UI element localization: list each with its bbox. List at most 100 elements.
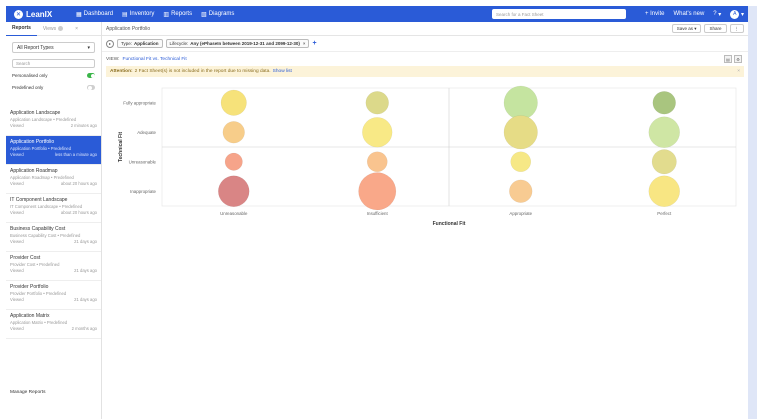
- chart-bubble: [358, 172, 397, 211]
- report-title: Provider Portfolio: [10, 284, 49, 290]
- scrollbar-track[interactable]: [748, 6, 757, 419]
- report-status: Viewed: [10, 239, 24, 244]
- toggle-label: Personalised only: [12, 73, 48, 78]
- report-time: 21 days ago: [74, 268, 97, 273]
- save-as-button[interactable]: Save as ▾: [671, 24, 702, 33]
- chart-bubble: [220, 89, 247, 116]
- report-title: Provider Cost: [10, 255, 41, 261]
- x-axis-title: Functional Fit: [433, 221, 466, 227]
- page-title: Application Portfolio: [106, 25, 151, 32]
- invite-button[interactable]: + Invite: [645, 11, 665, 17]
- nav-label: Inventory: [129, 11, 155, 17]
- tab-views[interactable]: Views: [37, 22, 69, 36]
- chart-bubble: [218, 175, 250, 207]
- report-subtitle: Provider Portfolio • Predefined: [10, 291, 67, 296]
- report-search-input[interactable]: Search: [12, 59, 95, 68]
- report-status: Viewed: [10, 268, 24, 273]
- x-tick-label: Unreasonable: [220, 211, 248, 216]
- chevron-down-icon: ▾: [87, 44, 90, 51]
- tab-reports[interactable]: Reports: [6, 22, 37, 36]
- report-subtitle: Provider Cost • Predefined: [10, 262, 60, 267]
- chart-bubble: [648, 175, 680, 207]
- report-title: Application Matrix: [10, 313, 50, 319]
- report-title: IT Component Landscape: [10, 197, 68, 203]
- help-button[interactable]: ? ▾: [713, 11, 721, 18]
- save-as-label: Save as: [676, 26, 693, 31]
- close-alert-icon[interactable]: ×: [737, 69, 740, 74]
- filter-lifecycle-value: Any (ePhaseIn between 2019-12-31 and 209…: [190, 41, 300, 46]
- chart-bubble: [503, 85, 538, 120]
- filter-chip-lifecycle[interactable]: Lifecycle: Any (ePhaseIn between 2019-12-…: [165, 39, 310, 48]
- nav-inventory[interactable]: ▤ Inventory: [122, 11, 154, 18]
- nav-reports[interactable]: ▥ Reports: [163, 11, 192, 18]
- report-list-item[interactable]: Application Matrix Application Matrix • P…: [6, 310, 101, 339]
- report-time: 21 days ago: [74, 297, 97, 302]
- report-time: 2 minutes ago: [70, 123, 97, 128]
- settings-icon[interactable]: ⚙: [734, 55, 742, 63]
- chevron-down-icon: ▾: [694, 25, 697, 31]
- close-sidebar-button[interactable]: ×: [69, 22, 84, 36]
- share-button[interactable]: Share: [704, 24, 727, 33]
- report-list-item[interactable]: Business Capability Cost Business Capabil…: [6, 223, 101, 252]
- filter-chip-type[interactable]: Type: Application: [117, 39, 163, 48]
- nav-diagrams[interactable]: ▧ Diagrams: [201, 11, 234, 18]
- global-search-input[interactable]: Search for a Fact Sheet: [492, 9, 626, 19]
- remove-filter-icon[interactable]: ×: [303, 41, 306, 46]
- missing-data-alert: Attention: 2 Fact Sheet(s) is not includ…: [106, 66, 744, 77]
- report-list-item[interactable]: Application Portfolio Application Portfol…: [6, 136, 101, 165]
- chart-bubble: [510, 151, 532, 173]
- manage-reports-link[interactable]: Manage Reports: [10, 390, 45, 395]
- report-status: Viewed: [10, 181, 24, 186]
- report-time: 21 days ago: [74, 239, 97, 244]
- report-time: 2 months ago: [71, 326, 97, 331]
- more-options-button[interactable]: ⋮: [729, 24, 744, 33]
- reports-icon: ▥: [163, 11, 170, 18]
- whats-new-button[interactable]: What's new: [673, 11, 704, 17]
- add-filter-button[interactable]: +: [312, 40, 316, 47]
- leanix-logo[interactable]: ✕ LeanIX: [6, 9, 76, 19]
- report-status: Viewed: [10, 152, 24, 157]
- report-list-item[interactable]: Application Landscape Application Landsca…: [6, 107, 101, 136]
- report-subtitle: Application Matrix • Predefined: [10, 320, 68, 325]
- chart-bubble: [222, 121, 245, 144]
- report-list-item[interactable]: Provider Cost Provider Cost • Predefined V…: [6, 252, 101, 281]
- filter-type-value: Application: [134, 41, 159, 46]
- y-axis-title: Technical Fit: [118, 132, 124, 163]
- report-title: Application Roadmap: [10, 168, 58, 174]
- report-list-item[interactable]: IT Component Landscape IT Component Lands…: [6, 194, 101, 223]
- report-type-select[interactable]: All Report Types ▾: [12, 42, 95, 53]
- report-title: Application Landscape: [10, 110, 61, 116]
- report-list-item[interactable]: Application Roadmap Application Roadmap •…: [6, 165, 101, 194]
- tab-views-label: Views: [42, 25, 57, 32]
- diagrams-icon: ▧: [201, 11, 207, 18]
- toggle-switch[interactable]: [87, 85, 95, 90]
- alert-text: 2 Fact Sheet(s) is not included in the r…: [134, 69, 271, 74]
- report-subtitle: IT Component Landscape • Predefined: [10, 204, 83, 209]
- chart-bubble: [503, 115, 538, 150]
- user-menu[interactable]: A ▾: [730, 9, 744, 19]
- breadcrumb: Application Portfolio Save as ▾ Share ⋮: [102, 22, 748, 36]
- chart-bubble: [365, 91, 389, 115]
- toggle-label: Predefined only: [12, 85, 44, 90]
- report-title: Application Portfolio: [10, 139, 55, 145]
- x-tick-label: Insufficient: [367, 211, 389, 216]
- filter-bar: ▸ Type: Application Lifecycle: Any (ePhase…: [102, 36, 748, 52]
- table-view-icon[interactable]: ▤: [724, 55, 732, 63]
- toggle-switch[interactable]: [87, 73, 95, 78]
- chart-bubble: [509, 179, 533, 203]
- report-status: Viewed: [10, 123, 24, 128]
- help-icon: ?: [713, 11, 717, 17]
- report-subtitle: Business Capability Cost • Predefined: [10, 233, 81, 238]
- toggle-row-1: Predefined only: [12, 83, 95, 92]
- report-type-value: All Report Types: [17, 44, 54, 51]
- view-value-link[interactable]: Functional Fit vs. Technical Fit: [123, 57, 187, 62]
- report-status: Viewed: [10, 297, 24, 302]
- report-list-item[interactable]: Provider Portfolio Provider Portfolio • P…: [6, 281, 101, 310]
- sidebar-tabs: Reports Views ×: [6, 22, 101, 36]
- filter-toggle-icon[interactable]: ▸: [106, 39, 114, 48]
- views-count-badge: [58, 26, 64, 31]
- nav-dashboard[interactable]: ▦ Dashboard: [76, 11, 113, 18]
- filter-type-label: Type:: [121, 41, 133, 46]
- show-list-link[interactable]: Show list: [273, 69, 292, 74]
- view-selector: VIEW: Functional Fit vs. Technical Fit ▤…: [102, 52, 748, 66]
